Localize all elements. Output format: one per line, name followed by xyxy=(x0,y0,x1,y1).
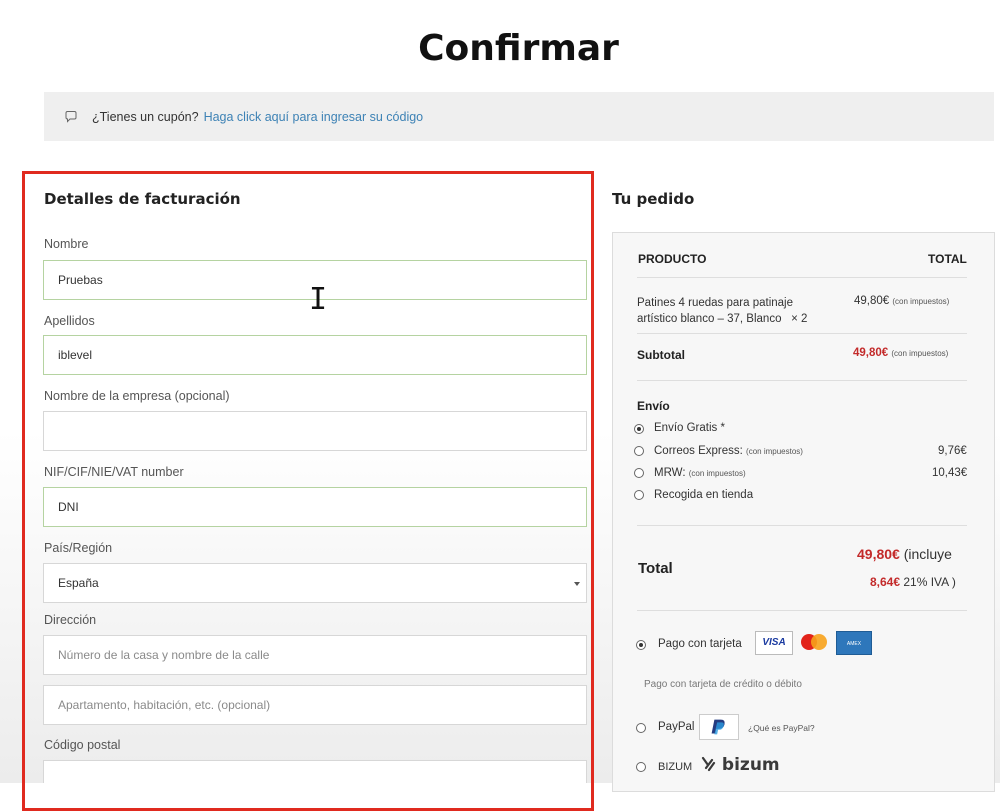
shipping-radio-free[interactable] xyxy=(634,424,644,434)
correos-price: 9,76€ xyxy=(938,445,967,457)
coupon-notice: ¿Tienes un cupón? Haga click aquí para i… xyxy=(44,92,994,141)
postcode-field[interactable] xyxy=(43,760,587,783)
total-label: Total xyxy=(638,560,673,577)
col-total-header: TOTAL xyxy=(928,252,967,266)
correos-label: Correos Express: xyxy=(654,445,743,457)
order-heading: Tu pedido xyxy=(612,190,695,208)
tax-id-label: NIF/CIF/NIE/VAT number xyxy=(44,465,184,479)
country-value: España xyxy=(58,576,99,590)
address-label: Dirección xyxy=(44,613,97,627)
tax-amount: 8,64€ xyxy=(870,575,901,589)
item-price: 49,80€ (con impuestos) xyxy=(854,295,949,307)
mrw-price: 10,43€ xyxy=(932,467,968,479)
shipping-option-correos[interactable]: Correos Express: (con impuestos) xyxy=(654,445,803,457)
billing-heading: Detalles de facturación xyxy=(44,190,241,208)
payment-option-bizum[interactable]: BIZUM xyxy=(658,761,692,773)
divider xyxy=(637,333,967,334)
payment-option-paypal[interactable]: PayPal xyxy=(658,721,694,733)
text-cursor-icon: I xyxy=(309,282,328,317)
total-tax: 8,64€ 21% IVA ) xyxy=(870,575,956,589)
first-name-label: Nombre xyxy=(44,237,89,251)
page-title: Confirmar xyxy=(418,28,619,69)
subtotal-price: 49,80€ (con impuestos) xyxy=(853,347,948,359)
tax-label: 21% IVA ) xyxy=(903,575,956,589)
chevron-down-icon xyxy=(574,582,580,586)
total-value: 49,80€ xyxy=(857,546,900,562)
payment-radio-bizum[interactable] xyxy=(636,762,646,772)
shipping-option-free[interactable]: Envío Gratis * xyxy=(654,422,725,434)
last-name-value: iblevel xyxy=(58,348,93,362)
item-name-line2: artístico blanco – 37, Blanco xyxy=(637,313,782,325)
mastercard-icon xyxy=(801,634,827,650)
postcode-label: Código postal xyxy=(44,738,121,752)
item-tax-note: (con impuestos) xyxy=(892,297,950,306)
paypal-logo-icon xyxy=(699,714,739,740)
first-name-value: Pruebas xyxy=(58,273,103,287)
bizum-logo: bizum xyxy=(700,755,780,775)
what-is-paypal-link[interactable]: ¿Qué es PayPal? xyxy=(748,723,815,733)
coupon-link[interactable]: Haga click aquí para ingresar su código xyxy=(204,110,424,124)
divider xyxy=(637,610,967,611)
address-line1-placeholder: Número de la casa y nombre de la calle xyxy=(58,648,270,662)
bizum-mark-icon xyxy=(701,756,716,772)
shipping-radio-mrw[interactable] xyxy=(634,468,644,478)
last-name-field[interactable]: iblevel xyxy=(43,335,587,375)
divider xyxy=(637,277,967,278)
company-field[interactable] xyxy=(43,411,587,451)
payment-radio-paypal[interactable] xyxy=(636,723,646,733)
last-name-label: Apellidos xyxy=(44,314,95,328)
amex-icon: AMEX xyxy=(836,631,872,655)
address-line1-field[interactable]: Número de la casa y nombre de la calle xyxy=(43,635,587,675)
tax-id-value: DNI xyxy=(58,500,79,514)
divider xyxy=(637,380,967,381)
subtotal-label: Subtotal xyxy=(637,348,685,362)
payment-option-card[interactable]: Pago con tarjeta xyxy=(658,638,742,650)
item-qty: × 2 xyxy=(791,313,808,325)
bizum-logo-text: bizum xyxy=(721,755,780,775)
subtotal-value: 49,80€ xyxy=(853,347,889,359)
country-select[interactable]: España xyxy=(43,563,587,603)
card-description: Pago con tarjeta de crédito o débito xyxy=(644,679,802,690)
address-line2-placeholder: Apartamento, habitación, etc. (opcional) xyxy=(58,698,271,712)
visa-icon: VISA xyxy=(755,631,793,655)
shipping-radio-correos[interactable] xyxy=(634,446,644,456)
divider xyxy=(637,525,967,526)
shipping-option-pickup[interactable]: Recogida en tienda xyxy=(654,489,753,501)
subtotal-tax-note: (con impuestos) xyxy=(891,349,949,358)
item-price-value: 49,80€ xyxy=(854,295,890,307)
item-name-line1: Patines 4 ruedas para patinaje xyxy=(637,297,793,309)
shipping-label: Envío xyxy=(637,399,670,413)
coupon-question: ¿Tienes un cupón? xyxy=(92,109,199,124)
total-includes: (incluye xyxy=(903,546,952,562)
country-label: País/Región xyxy=(44,541,113,555)
tax-id-field[interactable]: DNI xyxy=(43,487,587,527)
mrw-label: MRW: xyxy=(654,467,686,479)
col-product-header: PRODUCTO xyxy=(638,252,707,266)
shipping-option-mrw[interactable]: MRW: (con impuestos) xyxy=(654,467,746,479)
total-price: 49,80€ (incluye xyxy=(857,546,952,562)
payment-radio-card[interactable] xyxy=(636,640,646,650)
address-line2-field[interactable]: Apartamento, habitación, etc. (opcional) xyxy=(43,685,587,725)
order-item-name: Patines 4 ruedas para patinaje artístico… xyxy=(637,295,807,327)
correos-tax-note: (con impuestos) xyxy=(746,447,803,456)
shipping-radio-pickup[interactable] xyxy=(634,490,644,500)
mrw-tax-note: (con impuestos) xyxy=(688,469,746,478)
company-label: Nombre de la empresa (opcional) xyxy=(44,389,230,403)
speech-bubble-icon xyxy=(65,110,77,123)
